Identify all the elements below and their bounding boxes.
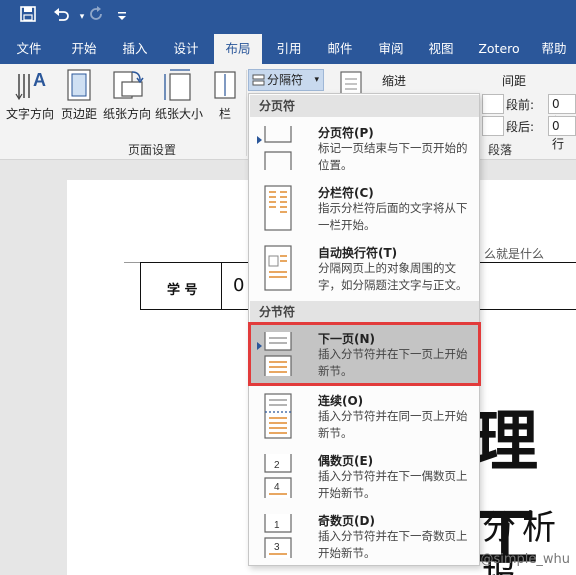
text-wrapping-break-icon — [264, 245, 292, 291]
text-wrapping-break-title: 自动换行符(T) — [318, 246, 398, 260]
text-direction-icon: A — [15, 70, 46, 101]
text-direction-button[interactable]: A 文字方向 — [4, 68, 56, 122]
student-id-value: 0 — [233, 275, 245, 296]
orientation-button[interactable]: 纸张方向 — [100, 68, 154, 122]
chevron-down-icon: ▾ — [314, 75, 319, 85]
page-setup-group-label: 页面设置 — [128, 143, 177, 157]
indent-left-spinner[interactable] — [482, 94, 504, 114]
size-label: 纸张大小 — [154, 107, 203, 121]
quick-access-toolbar: ▾ — [0, 0, 576, 34]
spacing-before-label: 段前: — [506, 98, 535, 112]
continuous-title: 连续(O) — [318, 394, 364, 408]
indent-right-spinner[interactable] — [482, 116, 504, 136]
tab-file[interactable]: 文件 — [6, 34, 52, 64]
document-text-fragment: 么就是什么 — [484, 247, 545, 261]
page-break-icon — [264, 126, 292, 170]
indent-label: 缩进 — [382, 74, 407, 88]
svg-text:4: 4 — [274, 482, 280, 493]
odd-page-desc: 插入分节符并在下一奇数页上开始新节。 — [318, 529, 468, 560]
even-page-title: 偶数页(E) — [318, 454, 374, 468]
redo-icon[interactable] — [84, 6, 108, 28]
even-page-icon: 2 4 — [264, 454, 292, 498]
column-break-desc: 指示分栏符后面的文字将从下一栏开始。 — [318, 201, 468, 232]
tab-home[interactable]: 开始 — [60, 34, 108, 64]
text-direction-label: 文字方向 — [5, 107, 54, 121]
next-page-desc: 插入分节符并在下一页上开始新节。 — [318, 347, 468, 378]
breaks-button[interactable]: 分隔符 ▾ — [248, 69, 324, 91]
tab-layout[interactable]: 布局 — [214, 34, 262, 64]
next-page-title: 下一页(N) — [318, 332, 376, 346]
odd-page-icon: 1 3 — [264, 514, 292, 558]
orientation-icon — [113, 71, 144, 99]
margins-button[interactable]: 页边距 — [58, 68, 100, 122]
page-breaks-header: 分页符 — [250, 95, 479, 117]
svg-text:3: 3 — [274, 542, 280, 553]
table-cell[interactable]: 学 号 — [141, 263, 222, 309]
continuous-desc: 插入分节符并在同一页上开始新节。 — [318, 409, 468, 440]
columns-button[interactable]: 栏 — [212, 68, 238, 122]
column-break-item[interactable]: 分栏符(C) 指示分栏符后面的文字将从下一栏开始。 — [250, 178, 479, 238]
continuous-icon — [264, 393, 292, 439]
tab-design[interactable]: 设计 — [163, 34, 209, 64]
orientation-label: 纸张方向 — [102, 107, 151, 121]
ribbon-tabs: 文件 开始 插入 设计 布局 引用 邮件 审阅 视图 Zotero 帮助 — [0, 34, 576, 64]
margins-icon — [67, 69, 91, 101]
odd-page-item[interactable]: 1 3 奇数页(D) 插入分节符并在下一奇数页上开始新节。 — [250, 506, 479, 564]
breaks-dropdown-menu: 分页符 分页符(P) 标记一页结束与下一页开始的位置。 分栏符(C) 指示分栏符… — [248, 93, 481, 566]
paragraph-group-label: 段落 — [488, 143, 513, 157]
spacing-after-label: 段后: — [506, 120, 535, 134]
margins-label: 页边距 — [60, 107, 97, 121]
section-breaks-header: 分节符 — [250, 301, 479, 323]
spacing-after-field[interactable]: 0 行 — [548, 116, 576, 151]
text-wrapping-break-item[interactable]: 自动换行符(T) 分隔网页上的对象周围的文字，如分隔题注文字与正文。 — [250, 238, 479, 300]
even-page-desc: 插入分节符并在下一偶数页上开始新节。 — [318, 469, 468, 500]
size-button[interactable]: 纸张大小 — [154, 68, 204, 122]
save-icon[interactable] — [16, 6, 40, 28]
breaks-label: 分隔符 — [267, 73, 304, 87]
text-wrapping-break-desc: 分隔网页上的对象周围的文字，如分隔题注文字与正文。 — [318, 261, 468, 292]
column-break-icon — [264, 185, 292, 231]
page-break-title: 分页符(P) — [318, 126, 374, 140]
page-break-desc: 标记一页结束与下一页开始的位置。 — [318, 141, 468, 172]
even-page-item[interactable]: 2 4 偶数页(E) 插入分节符并在下一偶数页上开始新节。 — [250, 446, 479, 504]
breaks-icon — [252, 74, 265, 86]
spacing-label: 间距 — [502, 74, 527, 88]
tab-zotero[interactable]: Zotero — [468, 34, 530, 64]
tab-review[interactable]: 审阅 — [368, 34, 414, 64]
column-break-title: 分栏符(C) — [318, 186, 374, 200]
columns-label: 栏 — [218, 107, 231, 121]
next-page-item[interactable]: 下一页(N) 插入分节符并在下一页上开始新节。 — [248, 322, 481, 386]
size-icon — [164, 69, 191, 101]
page-break-item[interactable]: 分页符(P) 标记一页结束与下一页开始的位置。 — [250, 118, 479, 178]
svg-text:1: 1 — [274, 520, 280, 531]
student-id-label: 学 号 — [167, 283, 198, 298]
tab-references[interactable]: 引用 — [266, 34, 312, 64]
svg-text:2: 2 — [274, 460, 280, 471]
spacing-before-field[interactable]: 0 行 — [548, 94, 576, 129]
svg-text:A: A — [33, 70, 46, 90]
customize-qat-icon[interactable] — [110, 6, 134, 28]
columns-icon — [214, 71, 236, 99]
tab-view[interactable]: 视图 — [418, 34, 464, 64]
continuous-item[interactable]: 连续(O) 插入分节符并在同一页上开始新节。 — [250, 386, 479, 444]
odd-page-title: 奇数页(D) — [318, 514, 375, 528]
tab-help[interactable]: 帮助 — [532, 34, 576, 64]
ribbon-separator — [246, 70, 247, 156]
tab-insert[interactable]: 插入 — [112, 34, 158, 64]
next-page-icon — [264, 332, 292, 376]
tab-mailings[interactable]: 邮件 — [317, 34, 363, 64]
